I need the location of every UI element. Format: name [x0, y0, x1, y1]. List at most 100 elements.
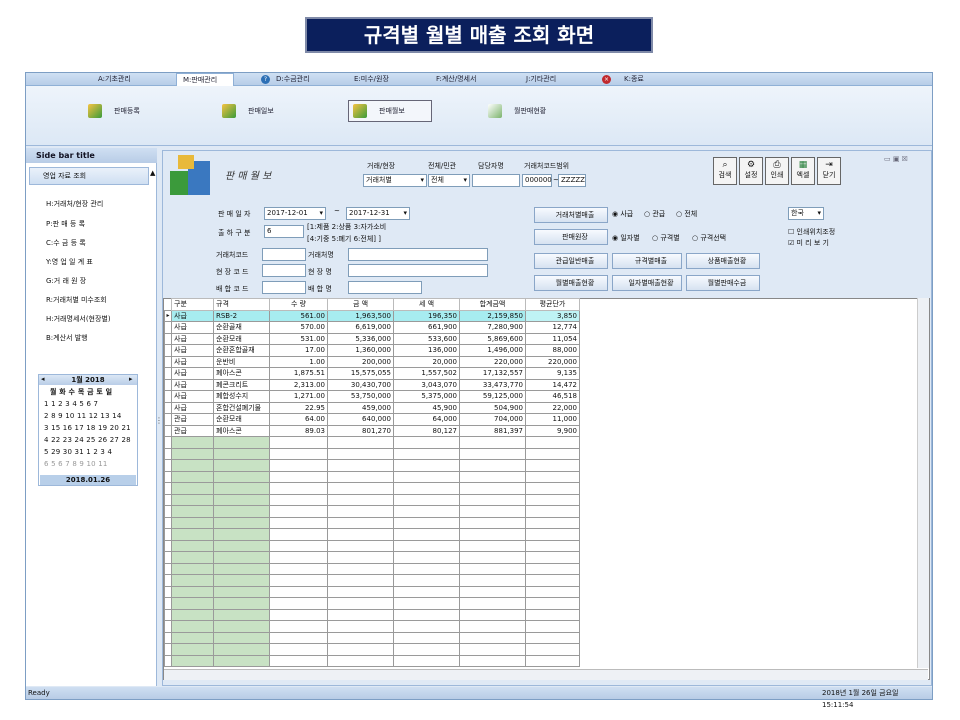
code-input[interactable] [262, 248, 306, 261]
table-cell[interactable] [459, 574, 526, 587]
empty-table-row[interactable] [164, 643, 580, 656]
table-cell[interactable] [525, 539, 580, 552]
ribbon-daily-report[interactable]: 판매일보 [218, 100, 278, 122]
table-cell[interactable] [459, 539, 526, 552]
table-cell[interactable]: 순환모래 [213, 332, 270, 345]
table-cell[interactable]: 45,900 [393, 401, 460, 414]
staff-input[interactable] [472, 174, 520, 187]
table-cell[interactable]: 200,000 [327, 355, 394, 368]
preview-checkbox[interactable]: ☑ 미 리 보 기 [788, 238, 829, 248]
table-cell[interactable] [525, 447, 580, 460]
table-cell[interactable] [213, 654, 270, 667]
table-cell[interactable] [171, 539, 214, 552]
table-cell[interactable] [459, 493, 526, 506]
table-cell[interactable]: 운반비 [213, 355, 270, 368]
table-cell[interactable] [393, 482, 460, 495]
table-cell[interactable] [327, 470, 394, 483]
table-cell[interactable] [269, 528, 328, 541]
table-cell[interactable] [393, 470, 460, 483]
vertical-scrollbar[interactable] [917, 298, 929, 668]
table-cell[interactable] [269, 447, 328, 460]
table-cell[interactable] [459, 470, 526, 483]
table-cell[interactable] [525, 516, 580, 529]
row-indicator[interactable] [164, 332, 172, 345]
table-cell[interactable] [525, 470, 580, 483]
row-indicator[interactable] [164, 413, 172, 426]
table-cell[interactable] [327, 631, 394, 644]
table-cell[interactable] [459, 597, 526, 610]
table-cell[interactable]: 1,360,000 [327, 344, 394, 357]
table-cell[interactable] [171, 551, 214, 564]
table-row[interactable]: 사급 혼합건설폐기물 22.95 459,000 45,900 504,900 22,000 [164, 401, 580, 414]
sidebar-item-daily-sheet[interactable]: Y:영 업 일 계 표 [46, 257, 93, 267]
table-cell[interactable] [525, 654, 580, 667]
table-cell[interactable] [525, 505, 580, 518]
table-cell[interactable] [393, 597, 460, 610]
empty-table-row[interactable] [164, 574, 580, 587]
table-cell[interactable]: 1,963,500 [327, 309, 394, 322]
row-indicator[interactable] [164, 528, 172, 541]
table-cell[interactable]: 88,000 [525, 344, 580, 357]
sidebar-scroll-up-icon[interactable]: ▲ [150, 169, 155, 177]
table-cell[interactable] [327, 516, 394, 529]
table-cell[interactable] [393, 643, 460, 656]
calendar-next-icon[interactable]: ▸ [129, 375, 133, 383]
calendar-week[interactable]: 5 29 30 31 1 2 3 4 [44, 448, 112, 456]
sidebar-section[interactable]: 영업 자료 조회 [29, 167, 149, 185]
table-row[interactable]: 사급 순환모래 531.00 5,336,000 533,600 5,869,600 11,… [164, 332, 580, 345]
table-cell[interactable] [171, 459, 214, 472]
row-indicator[interactable] [164, 631, 172, 644]
table-cell[interactable] [327, 597, 394, 610]
date-to-input[interactable]: 2017-12-31 [346, 207, 410, 220]
radio-private[interactable]: ◉ 사급 [612, 209, 633, 219]
calendar-today[interactable]: 2018.01.26 [40, 475, 136, 485]
table-cell[interactable] [213, 608, 270, 621]
table-cell[interactable] [213, 516, 270, 529]
table-cell[interactable] [269, 574, 328, 587]
sidebar-item-receivables[interactable]: R:거래처별 미수조회 [46, 295, 107, 305]
table-cell[interactable] [269, 516, 328, 529]
table-cell[interactable] [459, 505, 526, 518]
empty-table-row[interactable] [164, 528, 580, 541]
table-cell[interactable] [269, 620, 328, 633]
calendar-week[interactable]: 4 22 23 24 25 26 27 28 [44, 436, 131, 444]
table-cell[interactable]: 89.03 [269, 424, 328, 437]
row-indicator[interactable] [164, 367, 172, 380]
empty-table-row[interactable] [164, 654, 580, 667]
table-cell[interactable] [269, 654, 328, 667]
excel-button[interactable]: ▦ 엑셀 [791, 157, 815, 185]
table-cell[interactable] [459, 516, 526, 529]
empty-table-row[interactable] [164, 585, 580, 598]
row-indicator[interactable] [164, 620, 172, 633]
row-indicator[interactable] [164, 505, 172, 518]
table-cell[interactable] [327, 539, 394, 552]
table-cell[interactable] [525, 585, 580, 598]
current-row-icon[interactable]: ▸ [164, 309, 172, 322]
empty-table-row[interactable] [164, 620, 580, 633]
table-cell[interactable] [459, 608, 526, 621]
all-select[interactable]: 전체 [428, 174, 470, 187]
table-cell[interactable]: 사급 [171, 355, 214, 368]
table-cell[interactable]: 1.00 [269, 355, 328, 368]
row-indicator[interactable] [164, 493, 172, 506]
table-row[interactable]: 관급 순환모래 64.00 640,000 64,000 704,000 11,000 [164, 413, 580, 426]
table-cell[interactable] [269, 493, 328, 506]
table-cell[interactable] [171, 620, 214, 633]
col-header[interactable]: 세 액 [393, 298, 460, 311]
table-cell[interactable] [459, 585, 526, 598]
table-cell[interactable]: 11,000 [525, 413, 580, 426]
report-by-customer-button[interactable]: 거래처별매출 [534, 207, 608, 223]
table-cell[interactable]: 80,127 [393, 424, 460, 437]
table-cell[interactable] [393, 436, 460, 449]
table-cell[interactable] [171, 436, 214, 449]
table-row[interactable]: 사급 운반비 1.00 200,000 20,000 220,000 220,000 [164, 355, 580, 368]
sidebar-item-sales-entry[interactable]: P:판 매 등 록 [46, 219, 85, 229]
table-cell[interactable]: 순환혼합골재 [213, 344, 270, 357]
table-cell[interactable]: 64,000 [393, 413, 460, 426]
row-indicator[interactable] [164, 574, 172, 587]
table-cell[interactable] [327, 436, 394, 449]
table-cell[interactable]: 순환모래 [213, 413, 270, 426]
table-cell[interactable] [269, 482, 328, 495]
table-cell[interactable] [393, 493, 460, 506]
table-cell[interactable]: 22.95 [269, 401, 328, 414]
